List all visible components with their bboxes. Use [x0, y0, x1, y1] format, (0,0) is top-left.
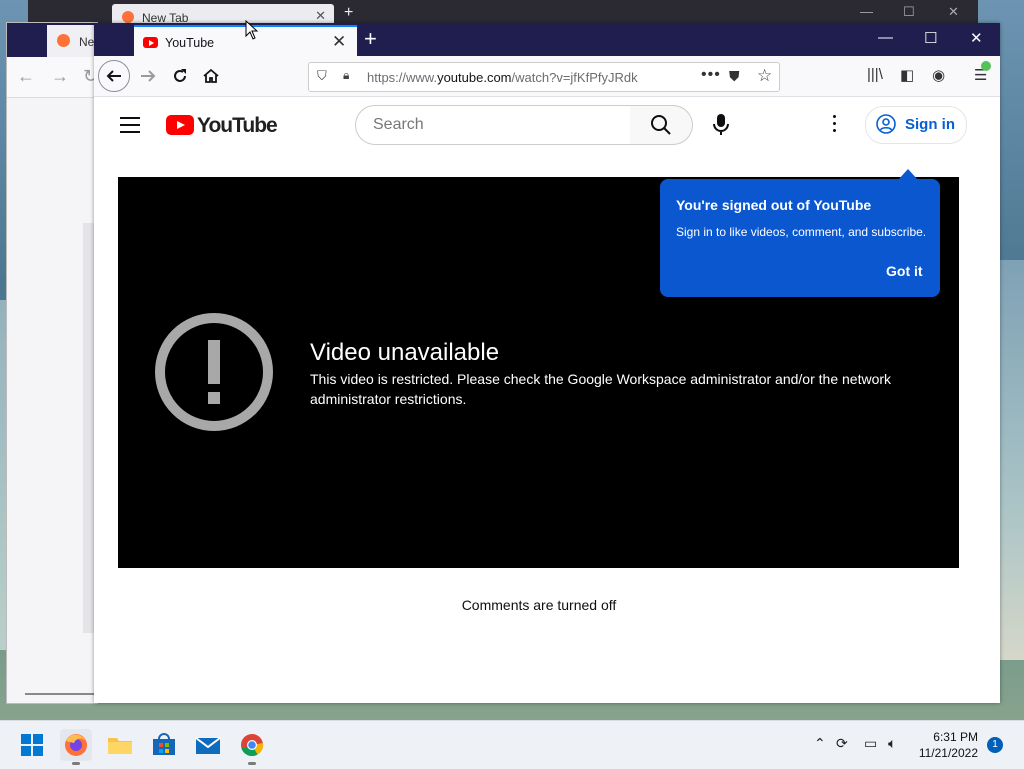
search-input[interactable]: [371, 115, 615, 135]
back-arrow-icon: [106, 70, 121, 82]
taskbar: ⌃ ⟳ ▭ 🔈︎ 6:31 PM 11/21/2022 1: [0, 720, 1024, 769]
firefox-tab-icon: [57, 34, 70, 47]
account-icon[interactable]: ◉: [932, 66, 945, 84]
background-tab-2[interactable]: Ne: [47, 25, 97, 57]
background-browser-window: New Tab ✕ + — ☐ ✕: [28, 0, 978, 25]
background-navbar: ← → ↻: [7, 57, 98, 98]
search-field[interactable]: [355, 105, 631, 145]
maximize-icon[interactable]: ☐: [903, 4, 915, 20]
signed-out-tooltip: You're signed out of YouTube Sign in to …: [660, 169, 940, 297]
home-icon: [203, 68, 219, 83]
background-tab-label-2: Ne: [79, 35, 95, 49]
close-tab-icon[interactable]: ✕: [315, 8, 326, 24]
forward-arrow-icon[interactable]: →: [51, 66, 69, 87]
sidebar-icon[interactable]: ◧: [900, 66, 914, 84]
close-window-icon[interactable]: ✕: [970, 29, 983, 47]
desktop-text-fragment: n: [1000, 648, 1007, 660]
chrome-icon: [241, 734, 264, 757]
running-indicator: [248, 762, 256, 765]
comments-status: Comments are turned off: [461, 597, 617, 613]
page-actions-icon[interactable]: •••: [701, 66, 721, 84]
back-arrow-icon[interactable]: ←: [17, 66, 35, 87]
library-icon[interactable]: |||\: [867, 66, 883, 83]
settings-more-icon[interactable]: [832, 115, 838, 135]
firefox-tab-icon: [122, 11, 134, 23]
search-button[interactable]: [630, 105, 693, 145]
network-icon[interactable]: ▭: [864, 735, 877, 752]
reload-icon: [174, 69, 186, 82]
background-browser-window-2: Ne ← → ↻: [6, 22, 98, 704]
taskbar-chrome[interactable]: [236, 729, 268, 765]
firefox-icon: [65, 734, 87, 756]
youtube-page: YouTube Sign in Video unavailable This v…: [94, 97, 1000, 703]
youtube-favicon-icon: [143, 37, 158, 48]
tracking-protection-icon[interactable]: ⛉: [317, 68, 327, 84]
tooltip-body: Sign in to like videos, comment, and sub…: [676, 225, 927, 239]
clock-date: 11/21/2022: [918, 746, 978, 760]
got-it-button[interactable]: Got it: [886, 263, 923, 279]
forward-button[interactable]: [134, 62, 162, 90]
navigation-toolbar: ⛉ 🔒︎ https://www.youtube.com/watch?v=jfK…: [94, 56, 1000, 97]
sign-in-button[interactable]: Sign in: [865, 106, 967, 144]
mail-icon: [195, 737, 221, 754]
error-title: Video unavailable: [310, 339, 500, 366]
new-tab-icon[interactable]: +: [364, 26, 377, 52]
taskbar-file-explorer[interactable]: [104, 729, 136, 761]
bookmark-star-icon[interactable]: ☆: [757, 66, 772, 86]
tooltip-title: You're signed out of YouTube: [676, 197, 872, 213]
sign-in-label: Sign in: [905, 116, 955, 133]
minimize-icon[interactable]: —: [878, 29, 893, 46]
start-icon: [21, 734, 43, 756]
back-button[interactable]: [98, 60, 130, 92]
sync-icon[interactable]: ⟳: [836, 735, 848, 752]
hamburger-menu-icon[interactable]: [120, 117, 140, 133]
active-indicator: [72, 762, 80, 765]
background-divider: [25, 693, 95, 695]
taskbar-mail[interactable]: [192, 729, 224, 761]
close-tab-icon[interactable]: ✕: [332, 32, 346, 52]
volume-icon[interactable]: 🔈︎: [888, 735, 896, 752]
clock-time: 6:31 PM: [933, 730, 978, 744]
lock-icon[interactable]: 🔒︎: [343, 68, 349, 83]
reload-button[interactable]: [166, 62, 194, 90]
microsoft-store-icon: [153, 733, 175, 755]
forward-arrow-icon: [141, 70, 156, 82]
close-window-icon[interactable]: ✕: [948, 4, 959, 20]
pocket-icon[interactable]: ⛊: [729, 68, 740, 85]
url-text[interactable]: https://www.youtube.com/watch?v=jfKfPfyJ…: [367, 70, 638, 85]
system-clock[interactable]: 6:31 PM 11/21/2022: [918, 729, 978, 761]
file-explorer-icon: [108, 738, 132, 754]
new-tab-icon[interactable]: +: [344, 4, 353, 22]
start-button[interactable]: [16, 729, 48, 761]
address-bar[interactable]: ⛉ 🔒︎ https://www.youtube.com/watch?v=jfK…: [308, 62, 780, 92]
firefox-window: YouTube ✕ + — ☐ ✕ ⛉ 🔒︎ https://www.youtu…: [94, 23, 1000, 703]
maximize-icon[interactable]: ☐: [924, 29, 937, 47]
tab-label: YouTube: [165, 36, 215, 50]
youtube-play-icon: [166, 115, 194, 135]
taskbar-firefox[interactable]: [60, 729, 92, 765]
background-titlebar: Ne: [7, 23, 97, 57]
user-circle-icon: [876, 114, 896, 134]
taskbar-store[interactable]: [148, 729, 180, 761]
background-tab[interactable]: New Tab ✕: [112, 4, 334, 25]
voice-search-button[interactable]: [706, 109, 736, 139]
notification-badge[interactable]: 1: [987, 737, 1003, 753]
tab-bar: YouTube ✕ + — ☐ ✕: [94, 23, 1000, 58]
home-button[interactable]: [197, 62, 225, 90]
show-hidden-icons[interactable]: ⌃: [814, 735, 826, 752]
mouse-cursor-icon: [245, 20, 259, 40]
error-message: This video is restricted. Please check t…: [310, 371, 892, 407]
search-icon: [651, 115, 671, 135]
update-badge-icon: [981, 61, 991, 71]
minimize-icon[interactable]: —: [860, 4, 873, 19]
youtube-wordmark: YouTube: [197, 114, 278, 137]
exclamation-icon: [155, 313, 273, 431]
microphone-icon: [713, 114, 729, 135]
